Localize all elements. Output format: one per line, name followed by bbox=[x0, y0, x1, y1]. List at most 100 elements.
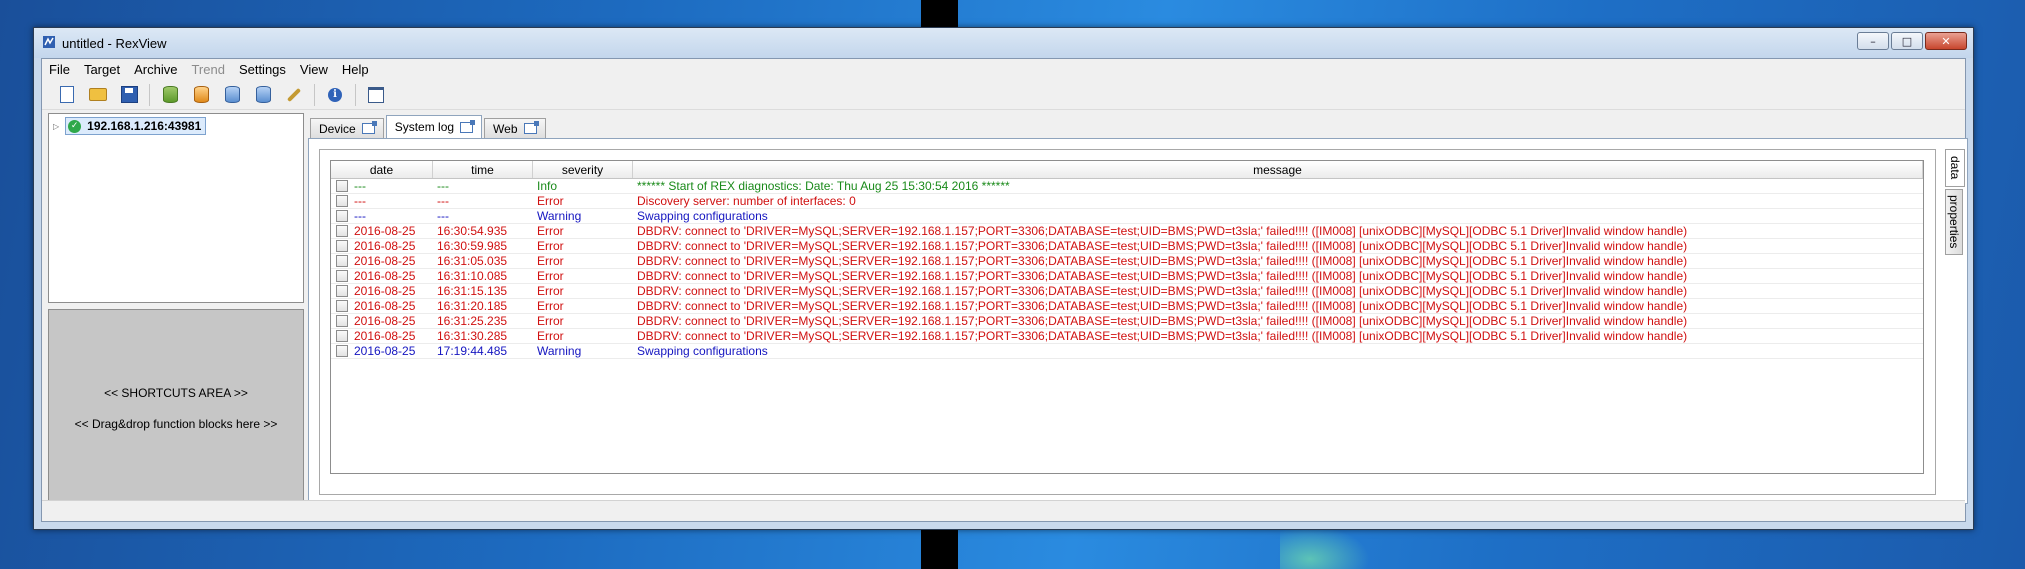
new-document-button[interactable] bbox=[56, 84, 78, 106]
row-checkbox[interactable] bbox=[336, 300, 348, 312]
column-header-date[interactable]: date bbox=[331, 161, 433, 178]
cell-message: DBDRV: connect to 'DRIVER=MySQL;SERVER=1… bbox=[637, 239, 1688, 253]
wizard-icon bbox=[286, 87, 302, 102]
side-tab-data[interactable]: data bbox=[1945, 149, 1965, 187]
row-checkbox[interactable] bbox=[336, 345, 348, 357]
row-checkbox[interactable] bbox=[336, 255, 348, 267]
connect-target-icon bbox=[162, 86, 178, 103]
menu-file[interactable]: File bbox=[42, 62, 77, 77]
connect-target-button[interactable] bbox=[159, 84, 181, 106]
table-row[interactable]: 2016-08-25 16:31:10.085 Error DBDRV: connec… bbox=[331, 269, 1923, 284]
table-row[interactable]: --- --- Error Discovery server: number of i… bbox=[331, 194, 1923, 209]
cell-date: --- bbox=[331, 179, 433, 193]
row-checkbox[interactable] bbox=[336, 330, 348, 342]
upload-icon bbox=[224, 86, 240, 103]
cell-time: --- bbox=[437, 194, 449, 208]
table-row[interactable]: 2016-08-25 16:30:59.985 Error DBDRV: connec… bbox=[331, 239, 1923, 254]
side-tab-label: data bbox=[1948, 156, 1962, 180]
save-icon bbox=[120, 86, 138, 103]
open-folder-icon bbox=[89, 88, 107, 101]
shortcuts-hint: << Drag&drop function blocks here >> bbox=[74, 417, 278, 431]
popout-icon[interactable] bbox=[361, 121, 377, 134]
cell-time: 16:30:54.935 bbox=[437, 224, 508, 238]
wizard-button[interactable] bbox=[283, 84, 305, 106]
date-value: 2016-08-25 bbox=[354, 224, 416, 238]
row-checkbox[interactable] bbox=[336, 315, 348, 327]
minimize-button[interactable]: – bbox=[1857, 32, 1889, 50]
cell-date: --- bbox=[331, 209, 433, 223]
diagnostics-icon bbox=[255, 86, 271, 103]
title-bar[interactable]: untitled - RexView – □ ✕ bbox=[34, 28, 1973, 58]
table-row[interactable]: 2016-08-25 16:31:20.185 Error DBDRV: connec… bbox=[331, 299, 1923, 314]
table-row[interactable]: 2016-08-25 17:19:44.485 Warning Swapping co… bbox=[331, 344, 1923, 359]
cell-date: 2016-08-25 bbox=[331, 269, 433, 283]
save-button[interactable] bbox=[118, 84, 140, 106]
menu-help[interactable]: Help bbox=[335, 62, 376, 77]
table-row[interactable]: 2016-08-25 16:31:15.135 Error DBDRV: connec… bbox=[331, 284, 1923, 299]
cell-time: --- bbox=[437, 209, 449, 223]
row-checkbox[interactable] bbox=[336, 285, 348, 297]
row-checkbox[interactable] bbox=[336, 210, 348, 222]
popout-icon[interactable] bbox=[460, 119, 476, 133]
column-header-time[interactable]: time bbox=[433, 161, 533, 178]
row-checkbox[interactable] bbox=[336, 225, 348, 237]
date-value: --- bbox=[354, 209, 366, 223]
cell-severity: Warning bbox=[537, 209, 582, 223]
row-checkbox[interactable] bbox=[336, 180, 348, 192]
tree-node-selection[interactable]: ✓ 192.168.1.216:43981 bbox=[65, 117, 207, 135]
tree-node-label: 192.168.1.216:43981 bbox=[87, 119, 202, 133]
column-header-severity[interactable]: severity bbox=[533, 161, 633, 178]
cell-message: ****** Start of REX diagnostics: Date: T… bbox=[637, 179, 1010, 193]
table-row[interactable]: 2016-08-25 16:30:54.935 Error DBDRV: connec… bbox=[331, 224, 1923, 239]
menu-target[interactable]: Target bbox=[77, 62, 127, 77]
tree-node-target[interactable]: ▷ ✓ 192.168.1.216:43981 bbox=[53, 117, 207, 135]
cell-severity: Error bbox=[537, 239, 564, 253]
menu-view[interactable]: View bbox=[293, 62, 335, 77]
close-button[interactable]: ✕ bbox=[1925, 32, 1967, 50]
cell-severity: Error bbox=[537, 329, 564, 343]
cell-message: DBDRV: connect to 'DRIVER=MySQL;SERVER=1… bbox=[637, 284, 1688, 298]
cell-message: Swapping configurations bbox=[637, 344, 768, 358]
table-row[interactable]: --- --- Warning Swapping configurations bbox=[331, 209, 1923, 224]
row-checkbox[interactable] bbox=[336, 240, 348, 252]
date-value: 2016-08-25 bbox=[354, 284, 416, 298]
upload-button[interactable] bbox=[221, 84, 243, 106]
side-tab-properties[interactable]: properties bbox=[1945, 189, 1963, 255]
menu-settings[interactable]: Settings bbox=[232, 62, 293, 77]
tab-label: Web bbox=[493, 121, 518, 136]
info-button[interactable]: i bbox=[324, 84, 346, 106]
diagnostics-button[interactable] bbox=[252, 84, 274, 106]
table-row[interactable]: 2016-08-25 16:31:05.035 Error DBDRV: connec… bbox=[331, 254, 1923, 269]
maximize-button[interactable]: □ bbox=[1891, 32, 1923, 50]
cell-date: 2016-08-25 bbox=[331, 239, 433, 253]
cell-date: 2016-08-25 bbox=[331, 314, 433, 328]
row-checkbox[interactable] bbox=[336, 270, 348, 282]
tab-web[interactable]: Web bbox=[484, 118, 546, 138]
tab-device[interactable]: Device bbox=[310, 118, 384, 138]
table-row[interactable]: 2016-08-25 16:31:30.285 Error DBDRV: connec… bbox=[331, 329, 1923, 344]
toolbar-separator bbox=[355, 83, 356, 106]
row-checkbox[interactable] bbox=[336, 195, 348, 207]
date-value: 2016-08-25 bbox=[354, 299, 416, 313]
menu-trend[interactable]: Trend bbox=[184, 62, 231, 77]
column-header-message[interactable]: message bbox=[633, 161, 1923, 178]
tab-system-log[interactable]: System log bbox=[385, 115, 483, 138]
cell-message: DBDRV: connect to 'DRIVER=MySQL;SERVER=1… bbox=[637, 329, 1688, 343]
date-value: 2016-08-25 bbox=[354, 329, 416, 343]
menu-archive[interactable]: Archive bbox=[127, 62, 184, 77]
open-button[interactable] bbox=[87, 84, 109, 106]
table-row[interactable]: 2016-08-25 16:31:25.235 Error DBDRV: connec… bbox=[331, 314, 1923, 329]
cell-date: 2016-08-25 bbox=[331, 224, 433, 238]
table-row[interactable]: --- --- Info ****** Start of REX diagnostic… bbox=[331, 179, 1923, 194]
tab-label: Device bbox=[319, 121, 356, 136]
popout-icon[interactable] bbox=[523, 121, 539, 134]
download-button[interactable] bbox=[190, 84, 212, 106]
shortcuts-area[interactable]: << SHORTCUTS AREA >> << Drag&drop functi… bbox=[48, 309, 304, 501]
date-value: 2016-08-25 bbox=[354, 269, 416, 283]
window-button[interactable] bbox=[365, 84, 387, 106]
cell-severity: Error bbox=[537, 314, 564, 328]
expand-arrow-icon[interactable]: ▷ bbox=[53, 122, 59, 131]
cell-date: 2016-08-25 bbox=[331, 299, 433, 313]
cell-time: 16:31:10.085 bbox=[437, 269, 508, 283]
client-area: File Target Archive Trend Settings View … bbox=[41, 58, 1968, 522]
